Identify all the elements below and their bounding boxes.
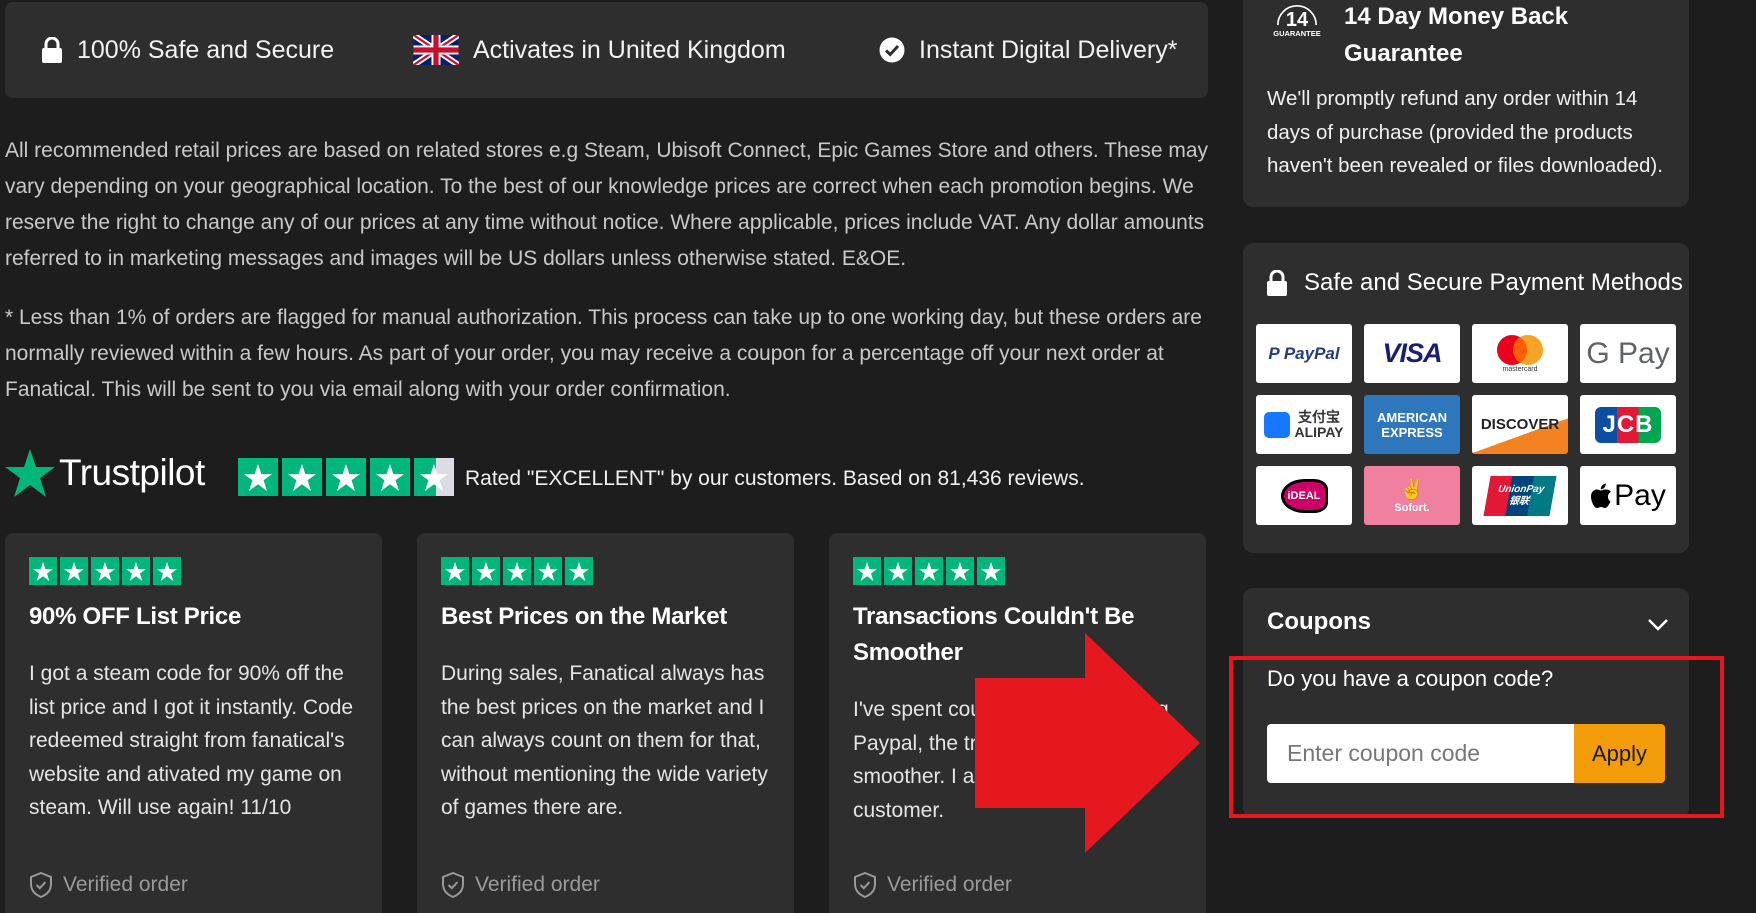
trust-item-secure: 100% Safe and Secure — [41, 2, 334, 98]
lock-icon — [42, 37, 62, 63]
verified-order: Verified order — [853, 872, 1012, 898]
review-body: During sales, Fanatical always has the b… — [441, 662, 768, 819]
sofort-logo: ✌ Sofort. — [1364, 466, 1460, 525]
review-title: 90% OFF List Price — [29, 603, 242, 630]
visa-logo: VISA — [1364, 324, 1460, 383]
trust-bar: 100% Safe and Secure Activates in United… — [5, 2, 1208, 98]
payment-methods-grid: P PayPal VISA mastercard G Pay 支付宝 ALIPA… — [1256, 324, 1676, 525]
star-icon — [122, 557, 150, 585]
authorization-disclaimer: * Less than 1% of orders are flagged for… — [5, 306, 1202, 401]
red-arrow-icon — [975, 633, 1200, 853]
star-icon — [565, 557, 593, 585]
svg-text:GUARANTEE: GUARANTEE — [1273, 29, 1321, 38]
apple-icon — [1591, 483, 1612, 508]
discover-logo: DISCOVER — [1472, 395, 1568, 454]
review-title: Best Prices on the Market — [441, 603, 727, 630]
payment-title: Safe and Secure Payment Methods — [1304, 269, 1683, 296]
price-disclaimer: All recommended retail prices are based … — [5, 139, 1209, 270]
trust-item-delivery: Instant Digital Delivery* — [879, 2, 1177, 98]
trustpilot-summary: Rated "EXCELLENT" by our customers. Base… — [465, 467, 1085, 490]
star-icon — [60, 557, 88, 585]
verified-shield-icon — [854, 872, 876, 898]
trust-item-label: 100% Safe and Secure — [77, 35, 335, 64]
guarantee-panel: 14 GUARANTEE 14 Day Money Back Guarantee… — [1243, 0, 1689, 207]
trustpilot-logo[interactable]: Trustpilot — [5, 445, 205, 501]
payment-header: Safe and Secure Payment Methods — [1266, 269, 1683, 297]
alipay-logo: 支付宝 ALIPAY — [1256, 395, 1352, 454]
verified-shield-icon — [30, 872, 52, 898]
review-body: I got a steam code for 90% off the list … — [29, 662, 354, 819]
trust-item-label: Instant Digital Delivery* — [919, 35, 1178, 64]
guarantee-badge-icon: 14 GUARANTEE — [1273, 5, 1321, 38]
review-card: Best Prices on the Market During sales, … — [417, 533, 794, 913]
star-icon — [915, 557, 943, 585]
review-stars — [29, 557, 181, 585]
coupon-highlight-box — [1229, 656, 1724, 818]
verified-order: Verified order — [29, 872, 188, 898]
trustpilot-rating-stars — [238, 458, 454, 496]
trust-item-label: Activates in United Kingdom — [473, 35, 786, 64]
amex-logo: AMERICAN EXPRESS — [1364, 395, 1460, 454]
star-icon — [946, 557, 974, 585]
star-icon — [441, 557, 469, 585]
star-icon — [534, 557, 562, 585]
verified-label: Verified order — [63, 873, 188, 896]
review-stars — [441, 557, 593, 585]
chevron-down-icon[interactable] — [1647, 618, 1669, 632]
svg-text:14: 14 — [1286, 9, 1309, 31]
jcb-logo: JCB — [1580, 395, 1676, 454]
ideal-logo: iDEAL — [1256, 466, 1352, 525]
trust-item-region: Activates in United Kingdom — [413, 2, 786, 98]
star-icon — [370, 458, 410, 496]
guarantee-body: We'll promptly refund any order within 1… — [1267, 87, 1663, 177]
paypal-logo: P PayPal — [1256, 324, 1352, 383]
half-star-icon — [414, 458, 454, 496]
verified-label: Verified order — [887, 873, 1012, 896]
check-circle-icon — [879, 37, 905, 63]
star-icon — [853, 557, 881, 585]
star-icon — [238, 458, 278, 496]
star-icon — [977, 557, 1005, 585]
payment-panel: Safe and Secure Payment Methods P PayPal… — [1243, 243, 1689, 553]
mastercard-logo: mastercard — [1472, 324, 1568, 383]
trustpilot-name: Trustpilot — [59, 452, 205, 493]
review-stars — [853, 557, 1005, 585]
star-icon — [503, 557, 531, 585]
apple-pay-logo: Pay — [1580, 466, 1676, 525]
verified-order: Verified order — [441, 872, 600, 898]
star-icon — [91, 557, 119, 585]
star-icon — [472, 557, 500, 585]
unionpay-logo: UnionPay 银联 — [1472, 466, 1568, 525]
google-pay-logo: G Pay — [1580, 324, 1676, 383]
verified-label: Verified order — [475, 873, 600, 896]
lock-icon — [1267, 270, 1287, 296]
star-icon — [884, 557, 912, 585]
star-icon — [326, 458, 366, 496]
star-icon — [153, 557, 181, 585]
star-icon — [29, 557, 57, 585]
uk-flag-icon — [413, 35, 459, 65]
guarantee-title: 14 Day Money Back Guarantee — [1344, 3, 1569, 67]
trustpilot-star-icon — [5, 449, 55, 497]
star-icon — [282, 458, 322, 496]
review-card: 90% OFF List Price I got a steam code fo… — [5, 533, 382, 913]
verified-shield-icon — [442, 872, 464, 898]
coupon-title[interactable]: Coupons — [1267, 608, 1371, 636]
